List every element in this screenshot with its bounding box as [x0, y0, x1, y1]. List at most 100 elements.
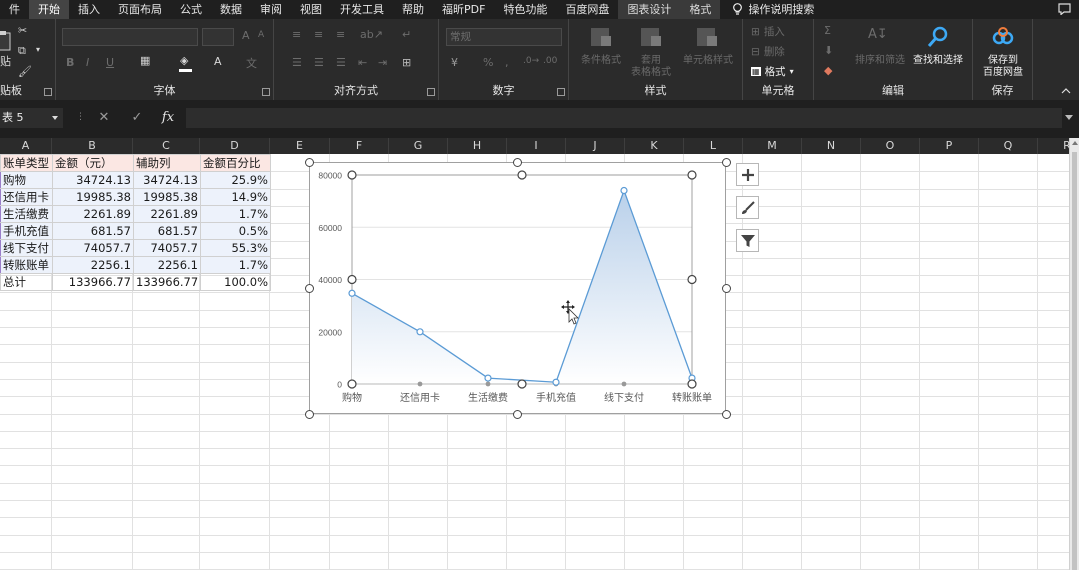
- tab-13[interactable]: 图表设计: [618, 0, 681, 19]
- fill-icon[interactable]: ⬇: [824, 44, 833, 57]
- tab-11[interactable]: 特色功能: [494, 0, 556, 19]
- align-top-icon[interactable]: ≡: [292, 28, 301, 41]
- tab-0[interactable]: 件: [0, 0, 29, 19]
- table-cell[interactable]: 转账账单: [0, 256, 53, 274]
- chart-resize-handle[interactable]: [721, 157, 731, 167]
- table-cell[interactable]: 2256.1: [52, 256, 134, 274]
- table-cell[interactable]: 总计: [0, 273, 53, 291]
- resize-dots-icon[interactable]: ⋮: [76, 112, 85, 122]
- column-header-e[interactable]: E: [270, 138, 330, 154]
- column-header-j[interactable]: J: [566, 138, 625, 154]
- column-header-a[interactable]: A: [0, 138, 52, 154]
- cancel-button[interactable]: ✕: [94, 108, 114, 128]
- chart-resize-handle[interactable]: [304, 157, 314, 167]
- currency-icon[interactable]: ¥: [451, 56, 458, 69]
- table-cell[interactable]: 25.9%: [200, 171, 271, 189]
- indent-icon[interactable]: ⇤: [358, 56, 367, 69]
- conditional-format-label[interactable]: 条件格式: [575, 55, 627, 67]
- tab-10[interactable]: 福昕PDF: [433, 0, 494, 19]
- number-launcher-icon[interactable]: [557, 88, 565, 96]
- orientation-icon[interactable]: ab↗: [360, 28, 383, 41]
- clipboard-launcher-icon[interactable]: [44, 88, 52, 96]
- plot-area-handle[interactable]: [687, 274, 697, 285]
- table-cell[interactable]: 74057.7: [52, 239, 134, 257]
- table-cell[interactable]: 55.3%: [200, 239, 271, 257]
- data-point[interactable]: [552, 378, 560, 386]
- plot-area-handle[interactable]: [687, 170, 697, 180]
- autosum-button[interactable]: Σ: [824, 24, 831, 37]
- chart-elements-button[interactable]: [736, 163, 759, 186]
- column-header-f[interactable]: F: [330, 138, 389, 154]
- sort-filter-label[interactable]: 排序和筛选: [850, 55, 910, 67]
- outdent-icon[interactable]: ⇥: [378, 56, 387, 69]
- format-as-table-label-2[interactable]: 表格格式: [621, 67, 681, 79]
- area-chart[interactable]: 0 20000 40000 60000 80000 购物 还信用卡 生活缴费 手机充值 线下支付 转…: [304, 157, 731, 419]
- align-right-icon[interactable]: ☰: [336, 56, 346, 69]
- copy-dropdown-icon[interactable]: ▾: [36, 45, 40, 54]
- tab-3[interactable]: 页面布局: [109, 0, 171, 19]
- table-cell[interactable]: 1.7%: [200, 205, 271, 223]
- table-cell[interactable]: 74057.7: [133, 239, 201, 257]
- table-cell[interactable]: 1.7%: [200, 256, 271, 274]
- column-header-n[interactable]: N: [802, 138, 861, 154]
- plot-area-handle[interactable]: [517, 170, 527, 180]
- table-cell[interactable]: 2261.89: [133, 205, 201, 223]
- plot-area-handle[interactable]: [347, 379, 357, 389]
- tab-14[interactable]: 格式: [680, 0, 721, 19]
- align-middle-icon[interactable]: ≡: [314, 28, 323, 41]
- format-as-table-label-1[interactable]: 套用: [629, 55, 673, 67]
- table-cell[interactable]: 14.9%: [200, 188, 271, 206]
- chart-resize-handle[interactable]: [304, 283, 314, 293]
- sort-filter-icon[interactable]: A↧: [868, 27, 888, 42]
- table-cell[interactable]: 生活缴费: [0, 205, 53, 223]
- tab-9[interactable]: 帮助: [393, 0, 433, 19]
- table-cell[interactable]: 19985.38: [133, 188, 201, 206]
- save-to-label-2[interactable]: 百度网盘: [975, 67, 1031, 79]
- format-as-table-icon[interactable]: [639, 25, 663, 49]
- fill-color-icon[interactable]: ◈: [180, 54, 188, 67]
- table-cell[interactable]: 34724.13: [52, 171, 134, 189]
- font-name-select[interactable]: [62, 28, 198, 46]
- name-box-dropdown-icon[interactable]: [52, 116, 58, 120]
- tab-5[interactable]: 数据: [211, 0, 251, 19]
- alignment-launcher-icon[interactable]: [427, 88, 435, 96]
- cell-styles-label[interactable]: 单元格样式: [677, 55, 739, 67]
- tab-6[interactable]: 审阅: [251, 0, 291, 19]
- format-cells-button[interactable]: ▦ 格式 ▾: [751, 64, 794, 79]
- column-header-d[interactable]: D: [200, 138, 270, 154]
- cell-styles-icon[interactable]: [695, 25, 719, 49]
- table-header-cell[interactable]: 金额（元）: [52, 154, 134, 172]
- align-bottom-icon[interactable]: ≡: [336, 28, 345, 41]
- font-color-button[interactable]: A: [214, 55, 222, 68]
- plot-area-handle[interactable]: [347, 274, 357, 285]
- data-point[interactable]: [620, 186, 628, 195]
- borders-icon[interactable]: ▦: [140, 54, 150, 67]
- table-cell[interactable]: 681.57: [133, 222, 201, 240]
- grow-font-button[interactable]: A: [242, 29, 250, 42]
- copy-icon[interactable]: ⧉: [18, 44, 26, 58]
- expand-formula-icon[interactable]: [1065, 115, 1073, 120]
- find-select-label[interactable]: 查找和选择: [910, 55, 966, 67]
- table-cell[interactable]: 2256.1: [133, 256, 201, 274]
- column-header-h[interactable]: H: [448, 138, 507, 154]
- paste-label[interactable]: 贴: [0, 53, 11, 69]
- tab-8[interactable]: 开发工具: [331, 0, 393, 19]
- bold-button[interactable]: B: [66, 56, 74, 69]
- phonetic-icon[interactable]: 文: [246, 55, 257, 71]
- tab-1[interactable]: 开始: [29, 0, 69, 19]
- data-point[interactable]: [484, 374, 492, 382]
- cut-icon[interactable]: ✂: [18, 24, 27, 37]
- save-to-label-1[interactable]: 保存到: [975, 55, 1031, 67]
- table-header-cell[interactable]: 账单类型: [0, 154, 53, 172]
- chart-resize-handle[interactable]: [721, 283, 731, 293]
- column-header-l[interactable]: L: [684, 138, 743, 154]
- insert-function-button[interactable]: fx: [158, 108, 178, 128]
- comment-icon[interactable]: [1058, 3, 1071, 15]
- chart-resize-handle[interactable]: [513, 157, 522, 167]
- table-cell[interactable]: 133966.77: [133, 273, 201, 291]
- percent-button[interactable]: %: [483, 56, 493, 69]
- table-cell[interactable]: 2261.89: [52, 205, 134, 223]
- table-cell[interactable]: 手机充值: [0, 222, 53, 240]
- table-cell[interactable]: 线下支付: [0, 239, 53, 257]
- formula-input[interactable]: [186, 108, 1062, 128]
